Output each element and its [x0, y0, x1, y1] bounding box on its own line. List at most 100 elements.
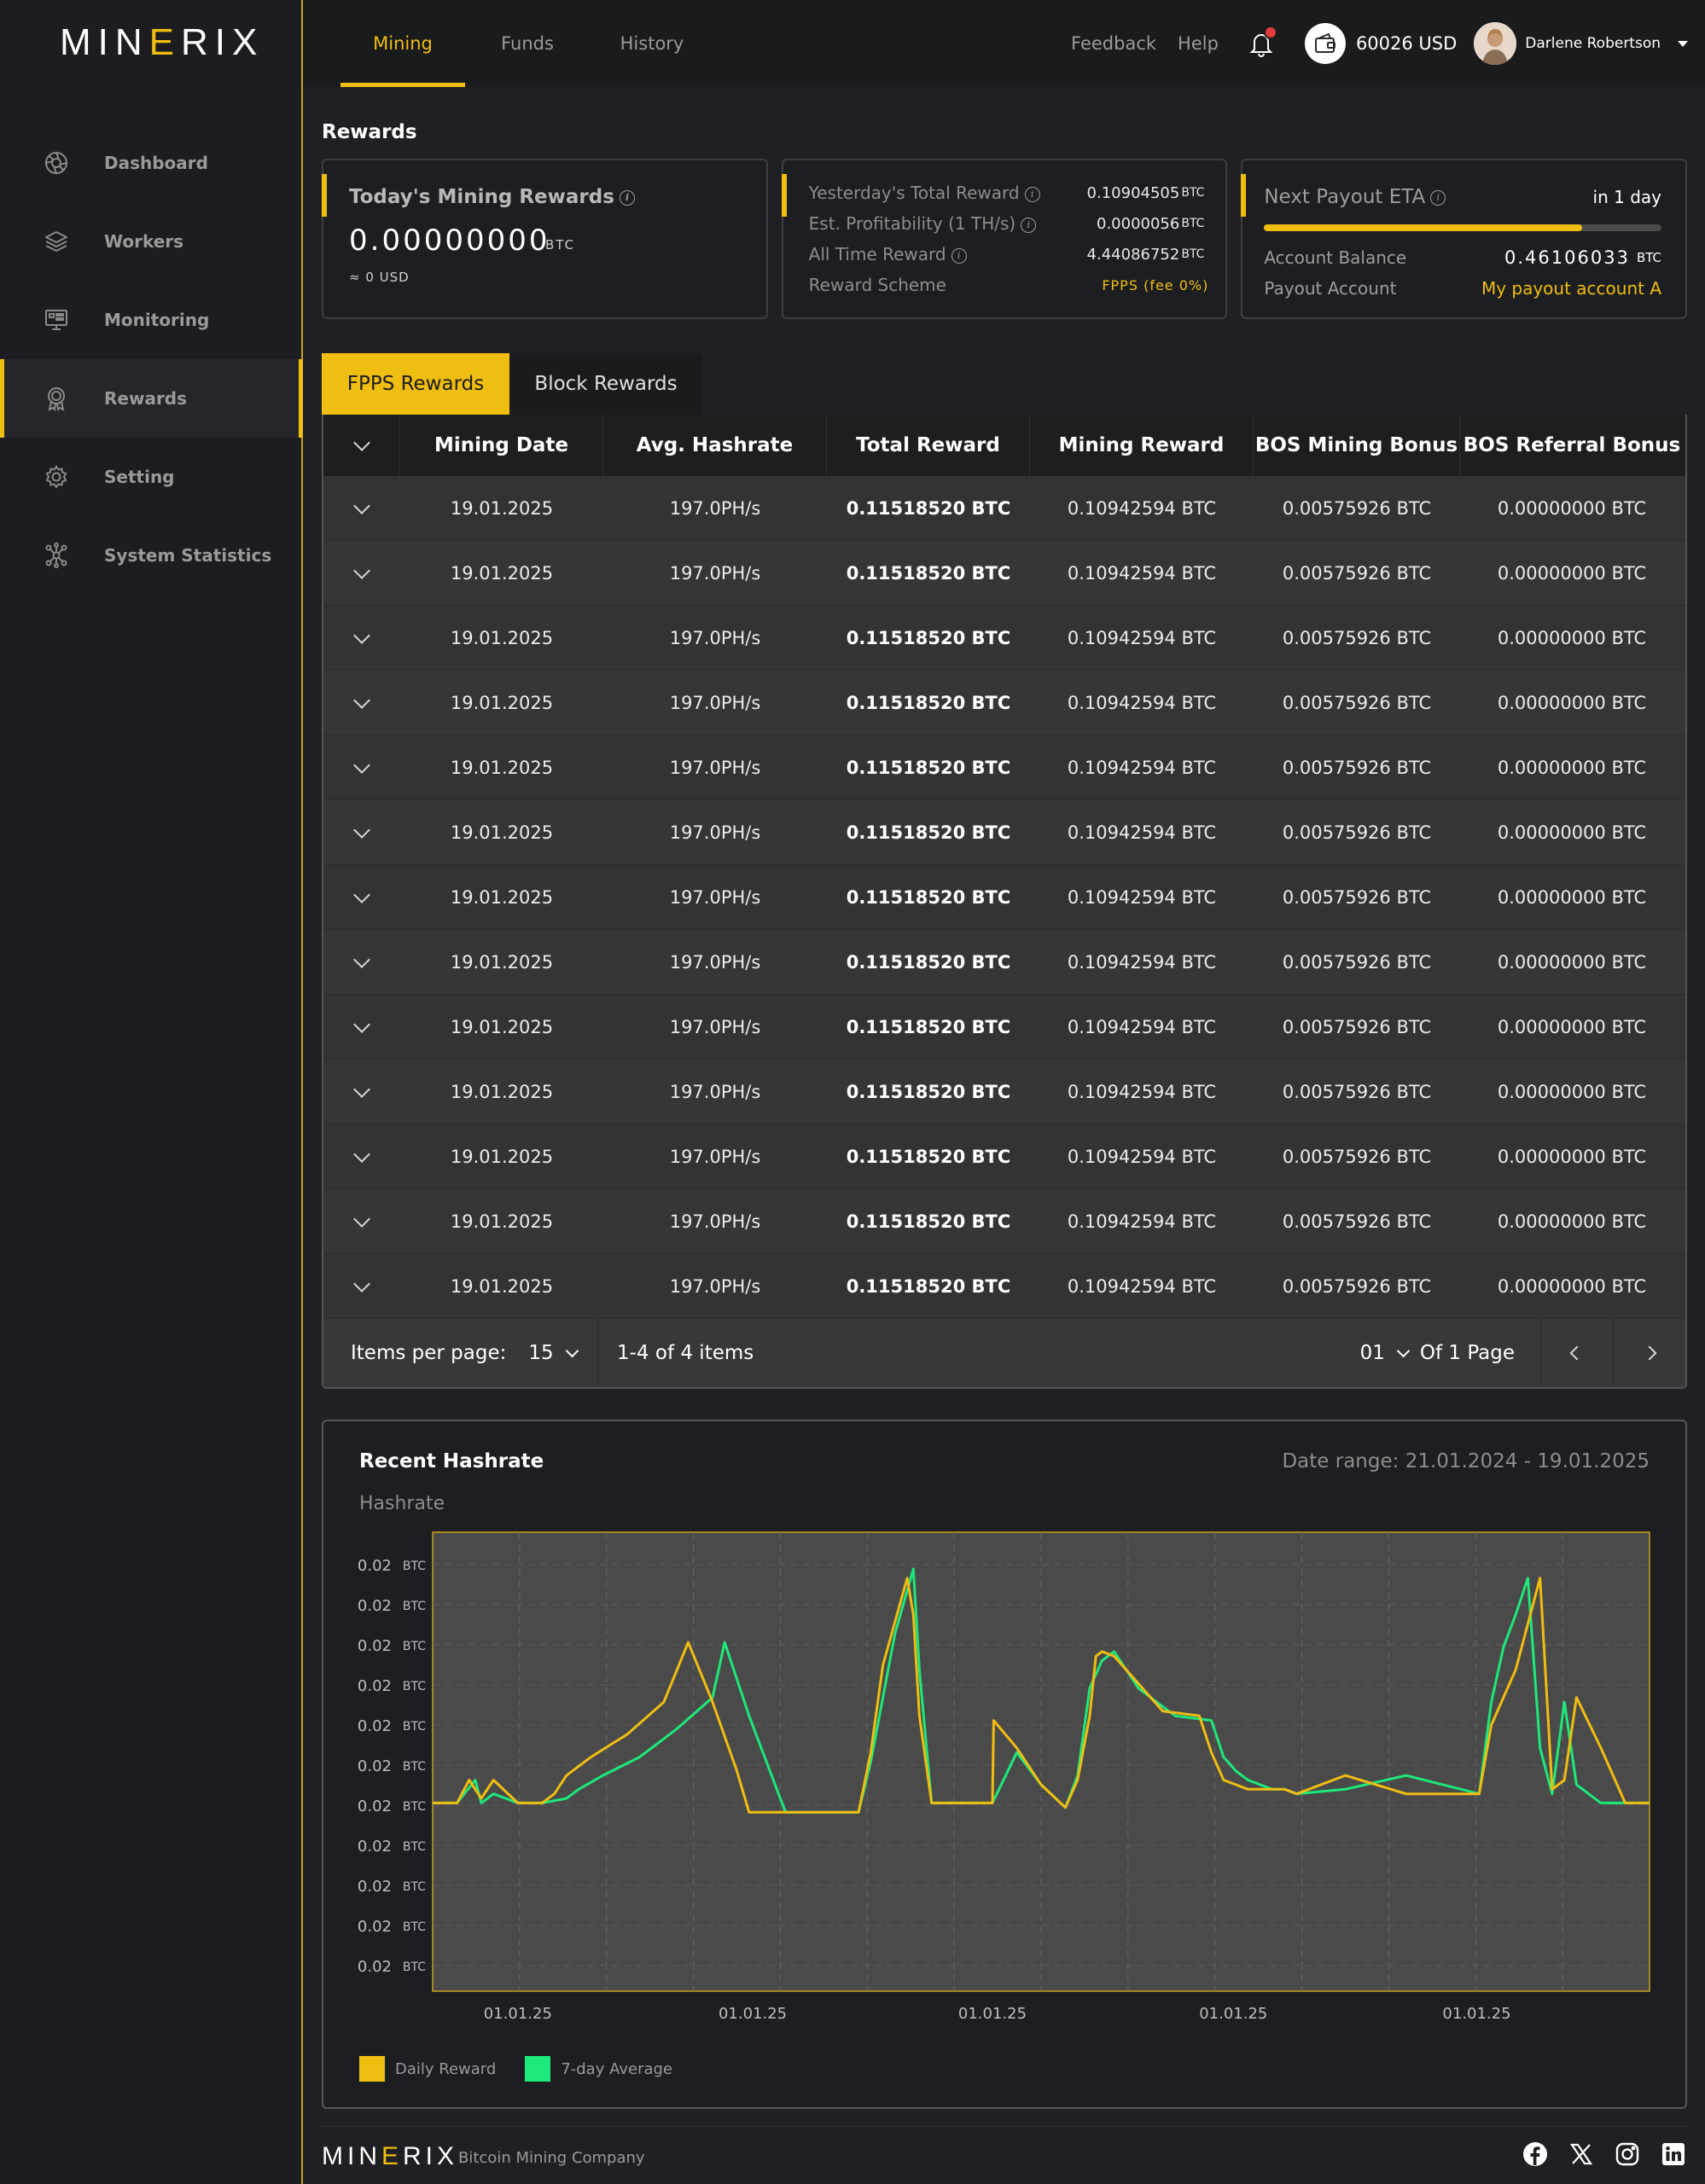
table-cell: 197.0PH/s	[669, 1275, 761, 1297]
table-cell: 197.0PH/s	[669, 1016, 761, 1037]
table-row[interactable]: 19.01.2025 197.0PH/s 0.11518520 BTC 0.10942…	[323, 606, 1685, 671]
info-icon[interactable]: i	[619, 189, 635, 206]
logo[interactable]: MINERIX	[60, 21, 264, 63]
footer-logo[interactable]: MINERIX	[322, 2142, 458, 2171]
feedback-link[interactable]: Feedback	[1071, 33, 1156, 54]
tab-fpps-rewards[interactable]: FPPS Rewards	[322, 353, 509, 415]
table-row[interactable]: 19.01.2025 197.0PH/s 0.11518520 BTC 0.10942…	[323, 1189, 1685, 1254]
table-cell: 0.11518520 BTC	[846, 1146, 1011, 1167]
expand-row-chevron-down-icon[interactable]	[323, 561, 400, 579]
info-icon[interactable]: i	[1021, 217, 1037, 233]
table-cell: 0.00575926 BTC	[1282, 951, 1432, 973]
table-row[interactable]: 19.01.2025 197.0PH/s 0.11518520 BTC 0.10942…	[323, 800, 1685, 865]
x-tick-label: 01.01.25	[1442, 2005, 1510, 2023]
page-title: Rewards	[322, 121, 417, 143]
instagram-icon[interactable]	[1614, 2140, 1641, 2168]
table-cell: 0.10942594 BTC	[1067, 497, 1217, 519]
table-cell: 0.00575926 BTC	[1282, 886, 1432, 908]
y-tick-label: 0.02	[358, 1717, 392, 1735]
expand-row-chevron-down-icon[interactable]	[323, 626, 400, 644]
y-tick-unit: BTC	[403, 1760, 426, 1774]
info-icon[interactable]: i	[951, 247, 967, 264]
col-bos-mining-bonus[interactable]: BOS Mining Bonus	[1254, 415, 1460, 476]
sidebar-item-label: Dashboard	[104, 153, 208, 173]
footer-tagline: Bitcoin Mining Company	[458, 2149, 645, 2167]
expand-row-chevron-down-icon[interactable]	[323, 1080, 400, 1098]
table-cell: 0.00000000 BTC	[1497, 1016, 1647, 1037]
tab-block-rewards[interactable]: Block Rewards	[509, 353, 702, 415]
table-cell: 0.00575926 BTC	[1282, 497, 1432, 519]
expand-row-chevron-down-icon[interactable]	[323, 756, 400, 774]
table-cell: 0.00000000 BTC	[1497, 1081, 1647, 1102]
legend-item-7-day-average[interactable]: 7-day Average	[525, 2056, 672, 2082]
expand-row-chevron-down-icon[interactable]	[323, 1210, 400, 1228]
table-row[interactable]: 19.01.2025 197.0PH/s 0.11518520 BTC 0.10942…	[323, 995, 1685, 1060]
stat-row: Est. Profitability (1 TH/s) i 0.0000056 BT…	[808, 213, 1205, 234]
sidebar-item-dashboard[interactable]: Dashboard	[0, 124, 301, 202]
reward-stats-card: Yesterday's Total Reward i 0.10904505 BTC …	[781, 159, 1228, 319]
layers-icon	[43, 228, 70, 255]
payout-account-link[interactable]: My payout account A	[1481, 278, 1661, 299]
table-cell: 0.00000000 BTC	[1497, 562, 1647, 584]
col-mining-reward[interactable]: Mining Reward	[1030, 415, 1254, 476]
col-bos-referral-bonus[interactable]: BOS Referral Bonus	[1460, 434, 1684, 456]
stat-row: All Time Reward i 4.44086752 BTC	[808, 244, 1205, 264]
reward-scheme-value: FPPS (fee 0%)	[1102, 276, 1209, 293]
table-row[interactable]: 19.01.2025 197.0PH/s 0.11518520 BTC 0.10942…	[323, 476, 1685, 541]
monitor-icon	[43, 306, 70, 334]
x-icon[interactable]	[1568, 2140, 1595, 2168]
table-cell: 19.01.2025	[450, 822, 554, 843]
sidebar-item-rewards[interactable]: Rewards	[0, 359, 303, 438]
next-page-button[interactable]	[1613, 1319, 1685, 1387]
legend-item-daily-reward[interactable]: Daily Reward	[359, 2056, 496, 2082]
table-row[interactable]: 19.01.2025 197.0PH/s 0.11518520 BTC 0.10942…	[323, 865, 1685, 930]
wallet-icon[interactable]	[1304, 23, 1346, 64]
linkedin-icon[interactable]	[1660, 2140, 1687, 2168]
avatar[interactable]	[1474, 22, 1517, 65]
user-menu-chevron-down-icon[interactable]	[1678, 40, 1688, 47]
col-mining-date[interactable]: Mining Date	[400, 415, 603, 476]
table-row[interactable]: 19.01.2025 197.0PH/s 0.11518520 BTC 0.10942…	[323, 930, 1685, 995]
items-per-page-select[interactable]: 15	[528, 1342, 579, 1364]
help-link[interactable]: Help	[1178, 33, 1219, 54]
tab-mining[interactable]: Mining	[340, 0, 465, 87]
expand-row-chevron-down-icon[interactable]	[323, 691, 400, 709]
page-select[interactable]: 01	[1360, 1342, 1411, 1364]
expand-row-chevron-down-icon[interactable]	[323, 886, 400, 903]
tab-funds[interactable]: Funds	[465, 0, 590, 87]
expand-row-chevron-down-icon[interactable]	[323, 1275, 400, 1292]
sidebar-item-monitoring[interactable]: Monitoring	[0, 281, 301, 359]
facebook-icon[interactable]	[1522, 2140, 1549, 2168]
col-total-reward[interactable]: Total Reward	[827, 415, 1030, 476]
sidebar-item-workers[interactable]: Workers	[0, 202, 301, 281]
expand-row-chevron-down-icon[interactable]	[323, 1145, 400, 1163]
table-row[interactable]: 19.01.2025 197.0PH/s 0.11518520 BTC 0.10942…	[323, 735, 1685, 800]
reward-tabs: FPPS Rewards Block Rewards	[322, 353, 702, 415]
table-body: 19.01.2025 197.0PH/s 0.11518520 BTC 0.10942…	[323, 476, 1685, 1319]
tab-history[interactable]: History	[590, 0, 714, 87]
table-cell: 197.0PH/s	[669, 1081, 761, 1102]
expand-row-chevron-down-icon[interactable]	[323, 950, 400, 968]
expand-row-chevron-down-icon[interactable]	[323, 497, 400, 514]
table-row[interactable]: 19.01.2025 197.0PH/s 0.11518520 BTC 0.10942…	[323, 1124, 1685, 1189]
prev-page-button[interactable]	[1540, 1319, 1613, 1387]
table-row[interactable]: 19.01.2025 197.0PH/s 0.11518520 BTC 0.10942…	[323, 1060, 1685, 1124]
chevron-left-icon	[1569, 1345, 1585, 1361]
sidebar-item-setting[interactable]: Setting	[0, 438, 301, 516]
expand-all-chevron-down-icon[interactable]	[323, 415, 400, 476]
col-avg-hashrate[interactable]: Avg. Hashrate	[603, 415, 827, 476]
table-cell: 197.0PH/s	[669, 822, 761, 843]
y-tick-unit: BTC	[403, 1640, 426, 1653]
table-row[interactable]: 19.01.2025 197.0PH/s 0.11518520 BTC 0.10942…	[323, 1254, 1685, 1319]
table-row[interactable]: 19.01.2025 197.0PH/s 0.11518520 BTC 0.10942…	[323, 541, 1685, 606]
y-tick-label: 0.02	[358, 1878, 392, 1896]
info-icon[interactable]: i	[1430, 189, 1446, 206]
table-row[interactable]: 19.01.2025 197.0PH/s 0.11518520 BTC 0.10942…	[323, 671, 1685, 735]
y-tick-label: 0.02	[358, 1637, 392, 1655]
sidebar-item-system-statistics[interactable]: System Statistics	[0, 516, 301, 595]
expand-row-chevron-down-icon[interactable]	[323, 1015, 400, 1033]
expand-row-chevron-down-icon[interactable]	[323, 821, 400, 839]
info-icon[interactable]: i	[1024, 186, 1040, 202]
table-cell: 0.11518520 BTC	[846, 951, 1011, 973]
bell-icon[interactable]	[1247, 26, 1277, 58]
